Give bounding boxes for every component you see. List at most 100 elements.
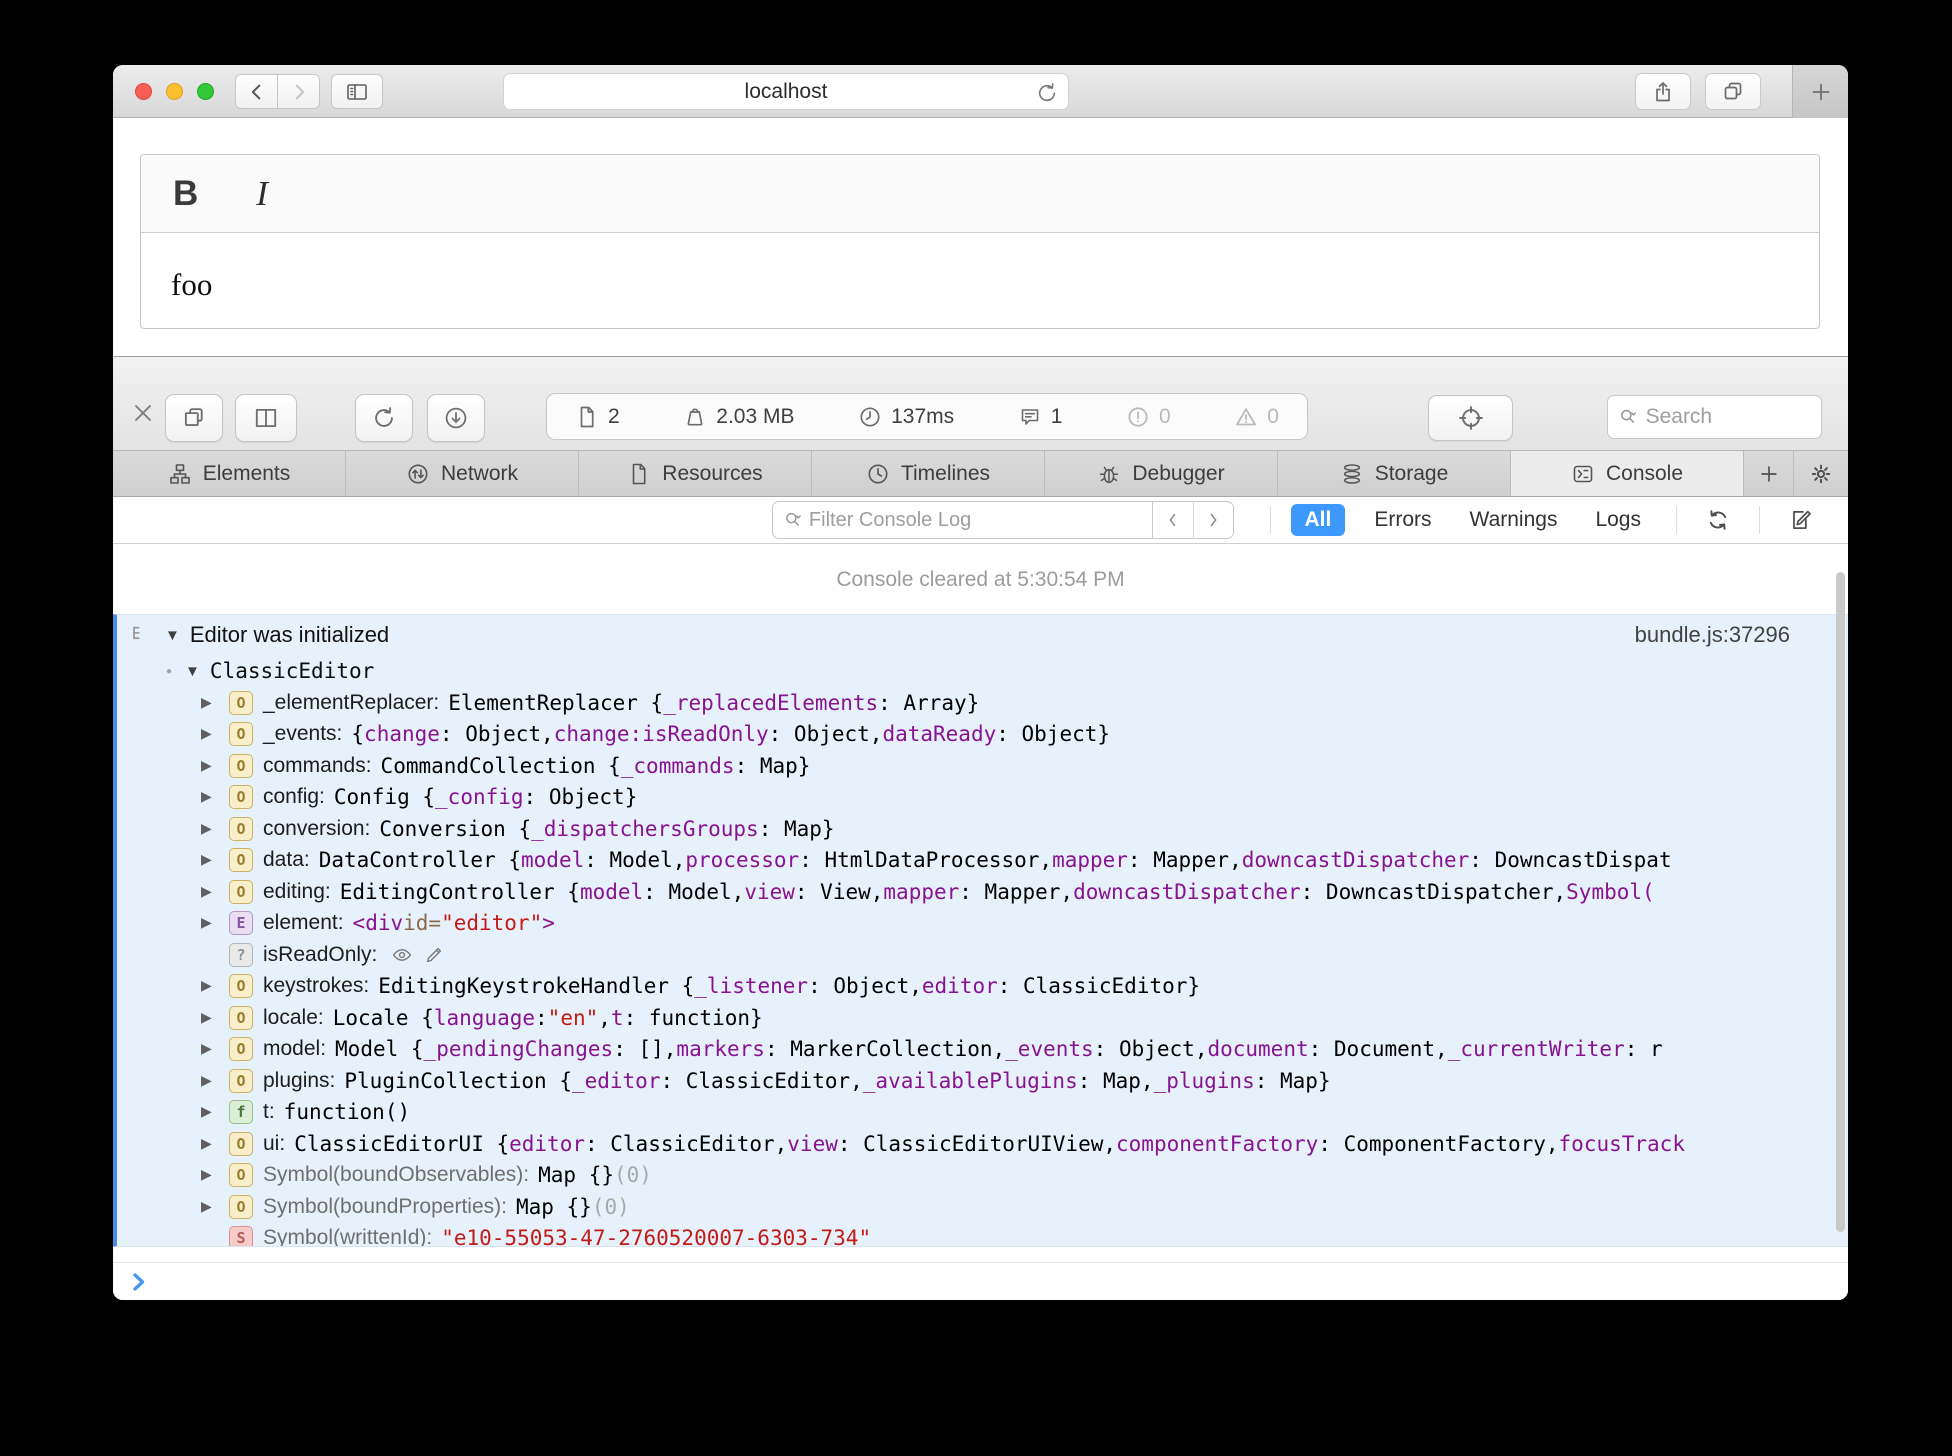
stat-transfer-size[interactable]: 2.03 MB	[683, 405, 795, 429]
value-segment: : Object,	[1093, 1037, 1208, 1062]
tab-console[interactable]: Console	[1511, 451, 1744, 496]
tab-debugger[interactable]: Debugger	[1045, 451, 1278, 496]
console-tree-row[interactable]: ▶ Oconversion: Conversion {_dispatchersGro…	[117, 813, 1848, 845]
value-segment: editor	[921, 974, 998, 999]
tab-timelines[interactable]: Timelines	[812, 451, 1045, 496]
console-tree-row[interactable]: ▶ Okeystrokes: EditingKeystrokeHandler {_l…	[117, 971, 1848, 1003]
console-tree-row[interactable]: ▶ O _elementReplacer: ElementReplacer {_rep…	[117, 687, 1848, 719]
back-button[interactable]	[235, 74, 278, 109]
disclosure-closed-icon[interactable]: ▶	[201, 789, 229, 805]
console-tree-row[interactable]: ▶ O Symbol(boundObservables): Map {} (0)	[117, 1160, 1848, 1192]
dock-button[interactable]	[165, 394, 223, 442]
console-tree-row[interactable]: ▶ O Symbol(boundProperties): Map {} (0)	[117, 1191, 1848, 1223]
scope-all[interactable]: All	[1290, 504, 1346, 536]
value-segment: : Mapper,	[959, 879, 1074, 904]
console-tree-row[interactable]: ▶ f t: function()	[117, 1097, 1848, 1129]
bold-button[interactable]: B	[173, 174, 198, 214]
forward-button[interactable]	[277, 74, 320, 109]
new-tab-button[interactable]	[1792, 65, 1848, 118]
page-reload-icon[interactable]	[1035, 81, 1059, 105]
element-picker-button[interactable]	[1428, 395, 1513, 441]
console-tree-row[interactable]: ▶ Oplugins: PluginCollection {_editor: Cla…	[117, 1065, 1848, 1097]
disclosure-closed-icon[interactable]: ▶	[201, 1073, 229, 1089]
inspector-search-field[interactable]	[1607, 395, 1822, 439]
disclosure-open-icon[interactable]: ▼	[185, 663, 200, 680]
disclosure-closed-icon[interactable]: ▶	[201, 726, 229, 742]
reload-page-button[interactable]	[355, 394, 413, 442]
console-tree-row[interactable]: ▶ Omodel: Model {_pendingChanges: [], mark…	[117, 1034, 1848, 1066]
reload-icon	[371, 405, 397, 431]
address-bar[interactable]: localhost	[503, 73, 1069, 110]
value-segment: : ClassicEditor}	[997, 974, 1201, 999]
download-button[interactable]	[427, 394, 485, 442]
search-input[interactable]	[1645, 405, 1811, 429]
object-root-row[interactable]: ● ▼ ClassicEditor	[117, 655, 1848, 687]
stat-documents[interactable]: 2	[575, 405, 620, 429]
disclosure-closed-icon[interactable]: ▶	[201, 758, 229, 774]
disclosure-closed-icon[interactable]: ▶	[201, 978, 229, 994]
console-tree-row[interactable]: ▶ Olocale: Locale {language: "en", t: func…	[117, 1002, 1848, 1034]
disclosure-closed-icon[interactable]: ▶	[201, 695, 229, 711]
scope-logs[interactable]: Logs	[1595, 508, 1641, 532]
disclosure-closed-icon[interactable]: ▶	[201, 1167, 229, 1183]
scope-errors[interactable]: Errors	[1374, 508, 1431, 532]
close-inspector-icon[interactable]	[129, 399, 157, 427]
console-prompt[interactable]	[113, 1262, 1848, 1300]
tab-storage[interactable]: Storage	[1278, 451, 1511, 496]
tab-network[interactable]: Network	[346, 451, 579, 496]
console-tree-row[interactable]: ▶ O _events:{change: Object, change:isRead…	[117, 719, 1848, 751]
share-button[interactable]	[1635, 73, 1691, 110]
console-tree-row[interactable]: ▶ Oconfig: Config {_config: Object}	[117, 782, 1848, 814]
console-scrollbar-thumb[interactable]	[1836, 572, 1845, 1232]
value-segment: : Object,	[439, 722, 554, 747]
console-tree-row[interactable]: ▶?isReadOnly:	[117, 939, 1848, 971]
value-segment: : Model,	[643, 879, 745, 904]
minimize-window-button[interactable]	[166, 83, 183, 100]
add-tab-button[interactable]	[1744, 451, 1794, 496]
disclosure-closed-icon[interactable]: ▶	[201, 1104, 229, 1120]
console-tree-row[interactable]: ▶ Oui: ClassicEditorUI {editor: ClassicEdi…	[117, 1128, 1848, 1160]
property-name: config:	[263, 785, 325, 809]
disclosure-open-icon[interactable]: ▼	[165, 627, 180, 644]
disclosure-closed-icon[interactable]: ▶	[201, 852, 229, 868]
tab-elements[interactable]: Elements	[113, 451, 346, 496]
console-tree-row[interactable]: ▶ Eelement: <div id= "editor" >	[117, 908, 1848, 940]
console-tree-row[interactable]: ▶ Oediting: EditingController {model: Mode…	[117, 876, 1848, 908]
scope-warnings[interactable]: Warnings	[1470, 508, 1558, 532]
storage-icon	[1340, 462, 1364, 486]
tab-resources[interactable]: Resources	[579, 451, 812, 496]
sidebar-toggle-button[interactable]	[331, 74, 383, 109]
disclosure-closed-icon[interactable]: ▶	[201, 915, 229, 931]
disclosure-closed-icon[interactable]: ▶	[201, 884, 229, 900]
disclosure-closed-icon[interactable]: ▶	[201, 1010, 229, 1026]
editor-content[interactable]: foo	[141, 233, 1819, 303]
tab-label: Resources	[662, 461, 763, 485]
stat-warnings[interactable]: 0	[1234, 405, 1279, 429]
show-tabs-button[interactable]	[1705, 73, 1761, 110]
window-controls	[135, 83, 214, 100]
stat-load-time[interactable]: 137ms	[858, 405, 954, 429]
clear-console-icon[interactable]	[1705, 507, 1731, 533]
zoom-window-button[interactable]	[197, 83, 214, 100]
console-tree-row[interactable]: ▶SSymbol(writtenId):"e10-55053-47-276052…	[117, 1223, 1848, 1246]
stat-errors[interactable]: 0	[1126, 405, 1171, 429]
stat-console-messages[interactable]: 1	[1018, 405, 1062, 429]
disclosure-closed-icon[interactable]: ▶	[201, 1136, 229, 1152]
disclosure-closed-icon[interactable]: ▶	[201, 1199, 229, 1215]
split-view-button[interactable]	[235, 394, 297, 442]
italic-button[interactable]: I	[256, 174, 268, 214]
console-evaluations-icon[interactable]	[1788, 507, 1814, 533]
disclosure-closed-icon[interactable]: ▶	[201, 821, 229, 837]
type-badge: O	[229, 1068, 253, 1093]
disclosure-closed-icon[interactable]: ▶	[201, 1041, 229, 1057]
settings-button[interactable]	[1794, 451, 1848, 496]
log-entry-header[interactable]: ▼ Editor was initialized bundle.js:37296	[117, 615, 1848, 655]
console-tree-row[interactable]: ▶ Ocommands: CommandCollection {_commands:…	[117, 750, 1848, 782]
filter-input[interactable]	[808, 508, 1142, 532]
log-source-link[interactable]: bundle.js:37296	[1635, 622, 1790, 648]
close-window-button[interactable]	[135, 83, 152, 100]
console-tree-row[interactable]: ▶ Odata: DataController {model: Model, pro…	[117, 845, 1848, 877]
next-result-button[interactable]	[1192, 501, 1234, 539]
console-filter-field[interactable]	[771, 501, 1152, 539]
previous-result-button[interactable]	[1151, 501, 1193, 539]
